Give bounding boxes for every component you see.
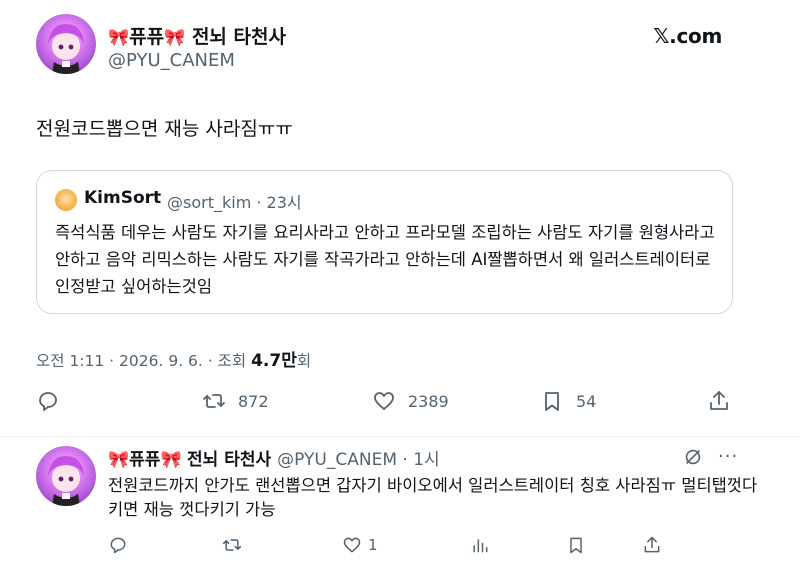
retweet-icon xyxy=(222,539,242,551)
bar-chart-icon xyxy=(473,539,488,553)
reply-name-prefix: 퓨퓨 xyxy=(129,450,161,470)
name-prefix: 퓨퓨 xyxy=(129,26,165,48)
author-handle[interactable]: @PYU_CANEM xyxy=(108,50,235,71)
tweet-text: 전원코드뽑으면 재능 사라짐ㅠㅠ xyxy=(36,118,293,140)
author-name[interactable]: 🎀퓨퓨🎀 전뇌 타천사 xyxy=(108,22,286,49)
bookmark-count: 54 xyxy=(576,391,597,411)
like-count: 2389 xyxy=(408,391,449,411)
retweet-icon xyxy=(203,394,225,408)
reply-button[interactable] xyxy=(36,388,60,414)
speech-bubble-icon xyxy=(110,537,126,554)
section-divider xyxy=(0,436,800,437)
more-options-button[interactable]: ··· xyxy=(718,446,738,467)
quoted-tweet-card[interactable]: KimSort @sort_kim · 23시 즉석식품 데우는 사람도 자기를… xyxy=(36,170,733,314)
author-display-name: 전뇌 타천사 xyxy=(191,26,286,48)
speech-bubble-icon xyxy=(39,392,57,411)
x-logo-label: 𝕏.com xyxy=(653,24,722,48)
quoted-author-name: KimSort xyxy=(84,188,162,208)
view-count-suffix: 회 xyxy=(296,352,312,370)
view-count: 4.7만 xyxy=(251,351,297,371)
reply-text: 전원코드까지 안가도 랜선뽑으면 갑자기 바이오에서 일러스트레이터 칭호 사라… xyxy=(108,476,758,519)
like-button[interactable]: 2389 xyxy=(372,388,449,414)
heart-icon xyxy=(343,537,361,553)
tweet-timestamp[interactable]: 오전 1:11 · 2026. 9. 6. · 조회 4.7만회 xyxy=(36,346,311,371)
quoted-tweet-text: 즉석식품 데우는 사람도 자기를 요리사라고 안하고 프라모델 조립하는 사람도… xyxy=(55,223,715,296)
reply-author-handle: @PYU_CANEM · 1시 xyxy=(277,450,440,470)
bookmark-icon xyxy=(545,392,559,411)
bow-icon: 🎀 xyxy=(164,28,186,48)
bow-icon: 🎀 xyxy=(108,450,130,470)
grok-button[interactable] xyxy=(682,446,704,468)
share-button[interactable] xyxy=(707,388,731,414)
quoted-author-handle: @sort_kim · 23시 xyxy=(167,193,302,212)
reply-author-name: 전뇌 타천사 xyxy=(187,450,272,470)
grok-icon xyxy=(685,449,701,465)
bow-icon: 🎀 xyxy=(160,450,182,470)
timestamp-text: 오전 1:11 · 2026. 9. 6. · 조회 xyxy=(36,352,252,370)
bookmark-icon xyxy=(570,537,582,554)
retweet-button[interactable]: 872 xyxy=(202,388,269,414)
retweet-count: 872 xyxy=(238,391,269,411)
bookmark-button[interactable]: 54 xyxy=(540,388,596,414)
reply-retweet-button[interactable] xyxy=(222,534,242,556)
author-avatar[interactable] xyxy=(36,14,96,74)
reply-author-avatar[interactable] xyxy=(36,446,96,506)
share-icon xyxy=(710,391,728,410)
reply-bookmark-button[interactable] xyxy=(566,534,586,556)
reply-like-button[interactable]: 1 xyxy=(342,534,378,556)
reply-reply-button[interactable] xyxy=(108,534,128,556)
quoted-author-avatar xyxy=(55,189,77,211)
share-icon xyxy=(644,536,660,553)
reply-views-button[interactable] xyxy=(470,534,490,556)
reply-header[interactable]: 🎀퓨퓨🎀 전뇌 타천사 @PYU_CANEM · 1시 xyxy=(108,445,440,470)
reply-like-count: 1 xyxy=(368,536,378,554)
heart-icon xyxy=(374,392,394,410)
bow-icon: 🎀 xyxy=(108,28,130,48)
reply-share-button[interactable] xyxy=(642,534,662,556)
